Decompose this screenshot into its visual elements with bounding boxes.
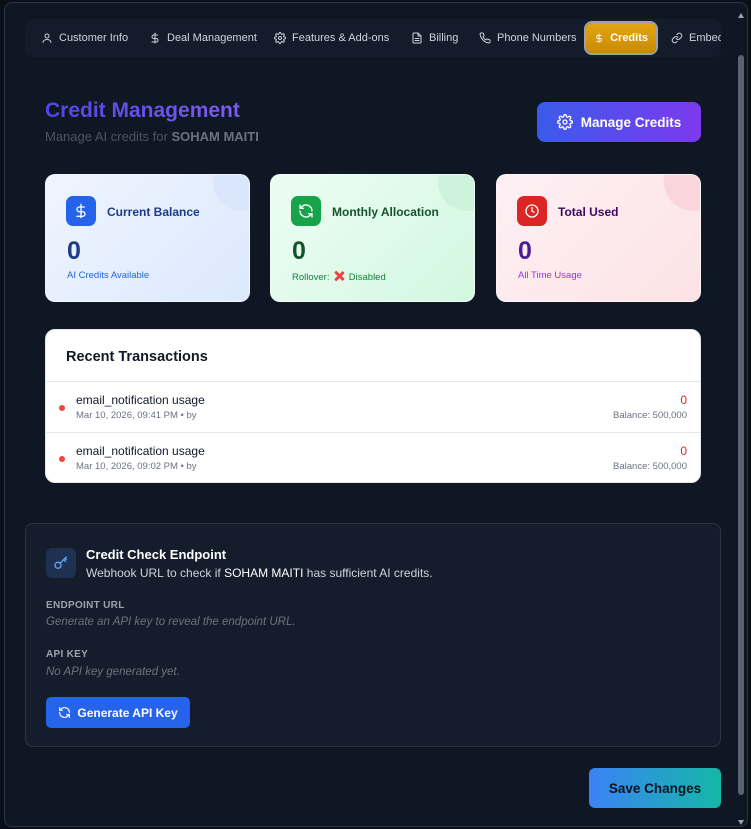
table-row: email_notification usage Mar 10, 2026, 0… [46, 432, 700, 482]
customer-name: SOHAM MAITI [171, 129, 259, 144]
link-icon [671, 32, 683, 44]
tab-label: Phone Numbers [497, 32, 577, 44]
manage-credits-label: Manage Credits [580, 114, 682, 130]
credit-check-endpoint-panel: Credit Check Endpoint Webhook URL to che… [25, 523, 721, 747]
scrollbar[interactable] [737, 13, 745, 825]
tab-label: Customer Info [59, 32, 129, 44]
page-title: Credit Management [45, 99, 240, 122]
tab-customer-info[interactable]: Customer Info [33, 23, 136, 53]
tab-label: Credits [610, 32, 648, 44]
save-changes-button[interactable]: Save Changes [589, 768, 721, 808]
card-value: 0 [292, 237, 306, 265]
dollar-icon [151, 32, 159, 44]
endpoint-url-label: ENDPOINT URL [46, 600, 125, 611]
api-key-value: No API key generated yet. [46, 666, 180, 678]
customer-name: SOHAM MAITI [224, 566, 304, 580]
tab-label: Embed [689, 32, 721, 44]
desc-prefix: Webhook URL to check if [86, 566, 221, 580]
card-icon-box [517, 196, 547, 226]
tab-deal-management[interactable]: Deal Management [141, 23, 265, 53]
card-decoration [213, 175, 249, 211]
tab-label: Deal Management [167, 32, 257, 44]
tab-billing[interactable]: Billing [403, 23, 466, 53]
transaction-description: email_notification usage [76, 393, 205, 407]
refresh-icon [59, 707, 71, 718]
card-decoration [438, 175, 474, 211]
monthly-allocation-card: Monthly Allocation 0 Rollover: Disabled [270, 174, 475, 302]
transaction-amount: 0 [680, 393, 687, 407]
tab-phone-numbers[interactable]: Phone Numbers [471, 23, 585, 53]
card-decoration [664, 175, 700, 211]
rollover-label: Rollover: [292, 272, 330, 283]
status-dot [59, 405, 65, 411]
total-used-card: Total Used 0 All Time Usage [496, 174, 701, 302]
dollar-icon [596, 33, 602, 43]
card-value: 0 [518, 237, 532, 265]
clock-icon [525, 204, 539, 218]
endpoint-title: Credit Check Endpoint [86, 547, 227, 562]
card-label: Current Balance [107, 205, 200, 219]
transaction-amount: 0 [680, 444, 687, 458]
dollar-icon [76, 203, 86, 219]
tab-embed[interactable]: Embed [663, 23, 721, 53]
generate-api-key-button[interactable]: Generate API Key [46, 697, 190, 728]
rollover-status: Disabled [348, 272, 386, 283]
page-subtitle: Manage AI credits for SOHAM MAITI [45, 129, 259, 144]
customer-modal: Customer Info Deal Management Features &… [4, 2, 748, 827]
tab-credits[interactable]: Credits [586, 23, 656, 53]
transaction-balance: Balance: 500,000 [613, 410, 687, 421]
card-label: Monthly Allocation [332, 205, 439, 219]
desc-suffix: has sufficient AI credits. [306, 566, 433, 580]
transaction-description: email_notification usage [76, 444, 205, 458]
subtitle-prefix: Manage AI credits for [45, 129, 168, 144]
card-icon-box [291, 196, 321, 226]
transaction-meta: Mar 10, 2026, 09:41 PM • by [76, 410, 197, 421]
scrollbar-thumb[interactable] [738, 55, 744, 795]
api-key-label: API KEY [46, 649, 89, 660]
gear-icon [556, 114, 573, 130]
card-subtext: AI Credits Available [67, 270, 150, 281]
card-icon-box [66, 196, 96, 226]
key-icon [54, 556, 67, 569]
endpoint-description: Webhook URL to check if SOHAM MAITI has … [86, 566, 433, 580]
card-label: Total Used [558, 205, 619, 219]
refresh-icon [299, 204, 313, 218]
table-row: email_notification usage Mar 10, 2026, 0… [46, 381, 700, 432]
generate-api-key-label: Generate API Key [77, 705, 178, 720]
cross-icon [334, 271, 344, 281]
tab-label: Features & Add-ons [292, 32, 390, 44]
card-value: 0 [67, 237, 81, 265]
transactions-title: Recent Transactions [66, 349, 208, 365]
card-subtext: All Time Usage [518, 270, 582, 281]
tab-label: Billing [429, 32, 459, 44]
user-icon [42, 33, 52, 43]
scroll-up-icon[interactable] [738, 13, 744, 18]
manage-credits-button[interactable]: Manage Credits [537, 102, 701, 142]
status-dot [59, 456, 65, 462]
card-subtext: Rollover: Disabled [292, 270, 386, 283]
tab-bar: Customer Info Deal Management Features &… [25, 19, 721, 57]
gear-icon [274, 32, 286, 44]
current-balance-card: Current Balance 0 AI Credits Available [45, 174, 250, 302]
scroll-down-icon[interactable] [738, 820, 744, 825]
transaction-balance: Balance: 500,000 [613, 461, 687, 472]
tab-features-addons[interactable]: Features & Add-ons [266, 23, 397, 53]
endpoint-url-value: Generate an API key to reveal the endpoi… [46, 616, 296, 628]
key-icon-box [46, 548, 76, 578]
recent-transactions-panel: Recent Transactions email_notification u… [45, 329, 701, 483]
phone-icon [479, 32, 491, 44]
transaction-meta: Mar 10, 2026, 09:02 PM • by [76, 461, 197, 472]
document-icon [412, 32, 422, 44]
